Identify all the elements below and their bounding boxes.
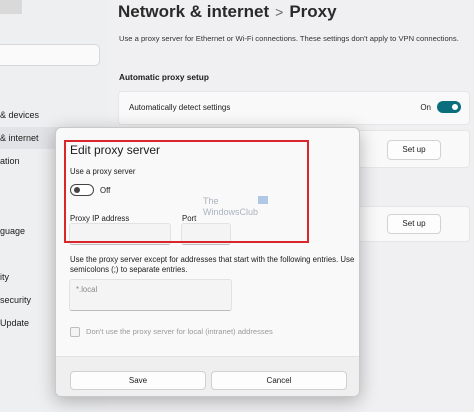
watermark: The WindowsClub [200,196,280,220]
save-button[interactable]: Save [70,371,206,390]
watermark-line1: The [203,196,219,206]
cancel-button[interactable]: Cancel [211,371,347,390]
highlight-box [64,140,309,243]
local-addresses-label: Don't use the proxy server for local (in… [86,327,273,336]
local-addresses-checkbox[interactable] [70,327,80,337]
watermark-logo-icon [258,196,268,204]
exceptions-input[interactable]: *.local [69,279,232,311]
watermark-line2: WindowsClub [203,207,259,217]
exceptions-description: Use the proxy server except for addresse… [70,255,355,275]
